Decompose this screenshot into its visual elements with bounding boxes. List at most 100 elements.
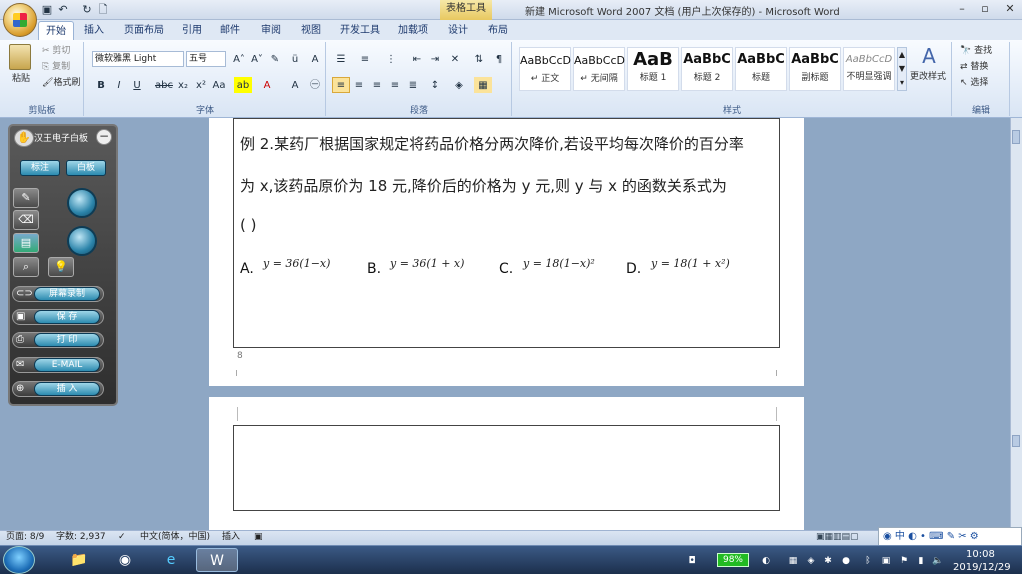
change-styles-label[interactable]: 更改样式	[910, 70, 946, 84]
tab-references[interactable]: 引用	[182, 21, 202, 40]
tray-icon-3[interactable]: ✱	[822, 555, 834, 567]
align-right-icon[interactable]: ≡	[368, 77, 386, 93]
bold-icon[interactable]: B	[92, 77, 110, 93]
vertical-scrollbar[interactable]	[1010, 118, 1022, 530]
word-taskbar-icon[interactable]: W	[196, 548, 238, 572]
tab-page-layout[interactable]: 页面布局	[124, 21, 164, 40]
replace-button[interactable]: ⇄ 替换	[960, 60, 988, 74]
table-cell[interactable]	[233, 425, 780, 511]
user-tray-icon[interactable]: ◘	[686, 555, 698, 567]
whiteboard-button[interactable]: 白板	[66, 160, 106, 176]
volume-icon[interactable]: 🔈	[932, 555, 944, 567]
macro-record-icon[interactable]: ▣	[254, 531, 263, 544]
pen-icon[interactable]: ✎	[13, 188, 39, 208]
shrink-font-icon[interactable]: A˅	[248, 51, 266, 67]
distributed-icon[interactable]: ≣	[404, 77, 422, 93]
tab-review[interactable]: 审阅	[261, 21, 281, 40]
underline-icon[interactable]: U	[128, 77, 146, 93]
tray-icon-5[interactable]: ▣	[880, 555, 892, 567]
restore-icon[interactable]: ▫	[978, 2, 992, 16]
paste-icon[interactable]	[9, 44, 31, 70]
cut-button[interactable]: ✂ 剪切	[42, 44, 70, 58]
spotlight-icon[interactable]: 💡	[48, 257, 74, 277]
office-button[interactable]	[3, 3, 37, 37]
clock-time[interactable]: 10:08	[966, 549, 995, 560]
collapse-icon[interactable]: −	[96, 129, 112, 145]
grow-font-icon[interactable]: A˄	[230, 51, 248, 67]
tray-icon-4[interactable]: ●	[840, 555, 852, 567]
close-icon[interactable]: ✕	[1003, 2, 1017, 16]
network-tray-icon[interactable]: ◐	[760, 555, 772, 567]
clear-format-icon[interactable]: ✎	[266, 51, 284, 67]
ime-toolbar[interactable]: ◉ 中 ◐ • ⌨ ✎ ✂ ⚙	[878, 527, 1022, 546]
numbering-icon[interactable]: ≡	[356, 51, 374, 67]
annotate-button[interactable]: 标注	[20, 160, 60, 176]
font-size-combo[interactable]: 五号	[186, 51, 226, 67]
style-heading-2[interactable]: AaBbC 标题 2	[681, 47, 733, 91]
format-painter-button[interactable]: 🖌格式刷	[42, 76, 80, 90]
tray-icon-1[interactable]: ▦	[787, 555, 799, 567]
char-border-icon[interactable]: A	[306, 51, 324, 67]
increase-indent-icon[interactable]: ⇥	[426, 51, 444, 67]
style-title[interactable]: AaBbC 标题	[735, 47, 787, 91]
line-spacing-icon[interactable]: ↕	[426, 77, 444, 93]
highlight-icon[interactable]: ab	[234, 77, 252, 93]
minimize-icon[interactable]: –	[955, 2, 969, 16]
find-button[interactable]: 🔭 查找	[960, 44, 992, 58]
align-left-icon[interactable]: ≡	[332, 77, 350, 93]
status-word-count[interactable]: 字数: 2,937	[56, 531, 106, 544]
char-shading-icon[interactable]: A	[286, 77, 304, 93]
phonetic-guide-icon[interactable]: ü	[286, 51, 304, 67]
media-player-icon[interactable]: ◉	[104, 548, 146, 572]
change-case-icon[interactable]: Aa	[210, 77, 228, 93]
style-subtitle[interactable]: AaBbC 副标题	[789, 47, 841, 91]
explorer-icon[interactable]: 📁	[58, 548, 100, 572]
view-buttons[interactable]: ▣▦▥▤▢	[816, 532, 874, 543]
print-preview-icon[interactable]: 🗋	[96, 3, 110, 17]
show-marks-icon[interactable]: ¶	[490, 51, 508, 67]
tab-layout[interactable]: 布局	[488, 21, 508, 40]
bullets-icon[interactable]: ☰	[332, 51, 350, 67]
subscript-icon[interactable]: x₂	[174, 77, 192, 93]
undo-icon[interactable]: ↶	[56, 3, 70, 17]
change-styles-icon[interactable]: A	[918, 45, 940, 67]
superscript-icon[interactable]: x²	[192, 77, 210, 93]
prev-page-icon[interactable]	[1012, 435, 1020, 447]
battery-indicator[interactable]: 98%	[717, 553, 749, 567]
wifi-icon[interactable]: ▮	[915, 555, 927, 567]
italic-icon[interactable]: I	[110, 77, 128, 93]
tab-view[interactable]: 视图	[301, 21, 321, 40]
justify-icon[interactable]: ≡	[386, 77, 404, 93]
align-center-icon[interactable]: ≡	[350, 77, 368, 93]
clock-date[interactable]: 2019/12/29	[953, 562, 1011, 573]
tray-icon-2[interactable]: ◈	[805, 555, 817, 567]
redo-icon[interactable]: ↻	[80, 3, 94, 17]
borders-icon[interactable]: ▦	[474, 77, 492, 93]
ie-icon[interactable]: e	[150, 548, 192, 572]
chinese-layout-icon[interactable]: ✕	[446, 51, 464, 67]
style-heading-1[interactable]: AaB 标题 1	[627, 47, 679, 91]
save-icon[interactable]: ▣	[40, 3, 54, 17]
strikethrough-icon[interactable]: abc	[154, 77, 173, 93]
magnifier-icon[interactable]: ⌕	[13, 257, 39, 277]
page-up-icon[interactable]	[67, 188, 97, 218]
sort-icon[interactable]: ⇅	[470, 51, 488, 67]
tab-developer[interactable]: 开发工具	[340, 21, 380, 40]
proofing-icon[interactable]: ✓	[118, 531, 126, 544]
tab-insert[interactable]: 插入	[84, 21, 104, 40]
select-button[interactable]: ↖ 选择	[960, 76, 988, 90]
paste-label[interactable]: 粘贴	[12, 72, 30, 86]
start-button[interactable]	[3, 546, 35, 574]
status-mode[interactable]: 插入	[222, 531, 240, 544]
style-normal[interactable]: AaBbCcD ↵ 正文	[519, 47, 571, 91]
page-down-icon[interactable]	[67, 226, 97, 256]
font-name-combo[interactable]: 微软雅黑 Light	[92, 51, 184, 67]
style-no-spacing[interactable]: AaBbCcD ↵ 无间隔	[573, 47, 625, 91]
styles-scroll[interactable]: ▲ ▼ ▾	[897, 47, 907, 91]
multilevel-list-icon[interactable]: ⋮	[382, 51, 400, 67]
flag-icon[interactable]: ⚑	[898, 555, 910, 567]
copy-button[interactable]: ⎘ 复制	[42, 60, 70, 74]
decrease-indent-icon[interactable]: ⇤	[408, 51, 426, 67]
status-language[interactable]: 中文(简体，中国)	[140, 531, 210, 544]
enclose-char-icon[interactable]: ㊀	[306, 77, 324, 93]
